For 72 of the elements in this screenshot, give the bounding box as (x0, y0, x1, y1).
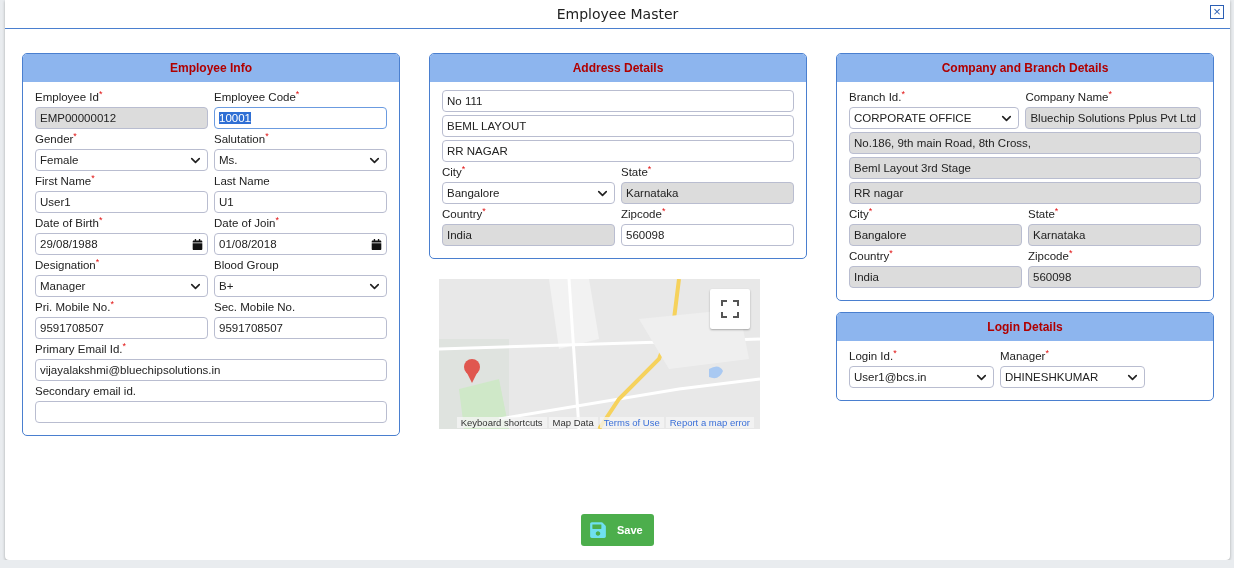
input-field[interactable]: EMP00000012 (35, 107, 208, 129)
field-label: Employee Code$^{*}$ (214, 90, 301, 105)
map-control[interactable]: Map Data (548, 416, 598, 428)
select-field[interactable]: Bangalore (442, 182, 615, 204)
field-label: Secondary email id. (35, 384, 137, 399)
close-button[interactable]: × (1210, 5, 1224, 19)
input-field[interactable]: Karnataka (1028, 224, 1201, 246)
calendar-icon (371, 238, 382, 250)
field-label: Designation$^{*}$ (35, 258, 101, 273)
input-field[interactable]: 9591708507 (35, 317, 208, 339)
field-label: Country$^{*}$ (849, 249, 894, 264)
field-label: Date of Join$^{*}$ (214, 216, 280, 231)
calendar-icon (192, 238, 203, 250)
window-title: Employee Master (556, 6, 679, 22)
field-label: Login Id.$^{*}$ (849, 349, 898, 364)
field-label: Primary Email Id.$^{*}$ (35, 342, 128, 357)
input-field[interactable]: India (442, 224, 615, 246)
field-label: Salutation$^{*}$ (214, 132, 270, 147)
input-field[interactable]: User1 (35, 191, 208, 213)
field-label: Pri. Mobile No.$^{*}$ (35, 300, 115, 315)
input-field[interactable]: 560098 (621, 224, 794, 246)
input-field[interactable]: Beml Layout 3rd Stage (849, 157, 1201, 179)
select-field[interactable]: CORPORATE OFFICE (849, 107, 1020, 129)
select-field[interactable]: DHINESHKUMAR (1000, 366, 1145, 388)
panel-header: Login Details (837, 313, 1213, 341)
field-label: State$^{*}$ (1028, 207, 1060, 222)
input-field[interactable] (35, 401, 387, 423)
field-label: City$^{*}$ (849, 207, 874, 222)
map-link[interactable]: Terms of Use (599, 416, 664, 428)
field-label: Sec. Mobile No. (214, 300, 297, 315)
panel-header: Address Details (430, 54, 806, 82)
input-field[interactable]: RR nagar (849, 182, 1201, 204)
field-label: Employee Id$^{*}$ (35, 90, 104, 105)
fullscreen-button[interactable] (710, 289, 750, 329)
input-field[interactable]: No 111 (442, 90, 794, 112)
field-label: Last Name (214, 174, 271, 189)
field-label: Date of Birth$^{*}$ (35, 216, 104, 231)
field-label: Blood Group (214, 258, 280, 273)
fullscreen-icon (721, 300, 739, 318)
input-field[interactable]: 560098 (1028, 266, 1201, 288)
select-field[interactable]: User1@bcs.in (849, 366, 994, 388)
input-field[interactable]: No.186, 9th main Road, 8th Cross, (849, 132, 1201, 154)
input-field[interactable]: RR NAGAR (442, 140, 794, 162)
input-field[interactable]: 10001 (214, 107, 387, 129)
input-field[interactable]: 9591708507 (214, 317, 387, 339)
field-label: Company Name$^{*}$ (1025, 90, 1114, 105)
field-label: Zipcode$^{*}$ (621, 207, 667, 222)
map-control[interactable]: Keyboard shortcuts (456, 416, 547, 428)
input-field[interactable]: Bluechip Solutions Pplus Pvt Ltd (1025, 107, 1201, 129)
field-label: Branch Id.$^{*}$ (849, 90, 906, 105)
field-label: Country$^{*}$ (442, 207, 487, 222)
input-field[interactable]: vijayalakshmi@bluechipsolutions.in (35, 359, 387, 381)
input-field[interactable]: U1 (214, 191, 387, 213)
field-label: Gender$^{*}$ (35, 132, 78, 147)
select-field[interactable]: B+ (214, 275, 387, 297)
panel-header: Employee Info (23, 54, 399, 82)
panel-header: Company and Branch Details (837, 54, 1213, 82)
field-label: Zipcode$^{*}$ (1028, 249, 1074, 264)
field-label: State$^{*}$ (621, 165, 653, 180)
date-field[interactable]: 01/08/2018 (214, 233, 387, 255)
input-field[interactable]: Karnataka (621, 182, 794, 204)
select-field[interactable]: Manager (35, 275, 208, 297)
field-label: Manager$^{*}$ (1000, 349, 1050, 364)
field-label: City$^{*}$ (442, 165, 467, 180)
select-field[interactable]: Ms. (214, 149, 387, 171)
date-field[interactable]: 29/08/1988 (35, 233, 208, 255)
input-field[interactable]: BEML LAYOUT (442, 115, 794, 137)
select-field[interactable]: Female (35, 149, 208, 171)
map-link[interactable]: Report a map error (665, 416, 754, 428)
field-label: First Name$^{*}$ (35, 174, 96, 189)
input-field[interactable]: Bangalore (849, 224, 1022, 246)
input-field[interactable]: India (849, 266, 1022, 288)
